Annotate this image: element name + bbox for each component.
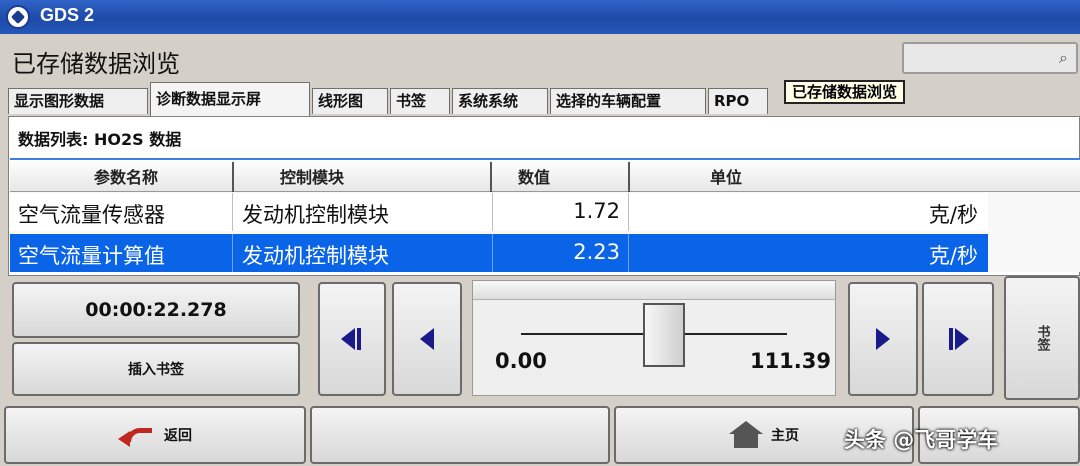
tab-rpo[interactable]: RPO (708, 88, 768, 114)
dropdown-glyph-icon: ⌕ (1059, 48, 1068, 67)
watermark: 头条 @飞哥学车 (844, 428, 999, 452)
bookmark-side-label: 书签 (1034, 325, 1050, 351)
cell-param-name: 空气流量传感器 (18, 203, 165, 227)
tab-bookmarks[interactable]: 书签 (390, 88, 450, 114)
cell-module: 发动机控制模块 (242, 203, 389, 227)
column-divider[interactable] (490, 162, 492, 192)
slider-header (473, 281, 835, 300)
bookmark-side-button[interactable]: 书签 (1004, 276, 1080, 400)
tab-vehicle-config[interactable]: 选择的车辆配置 (550, 88, 706, 114)
title-bar: GDS 2 (0, 0, 1080, 34)
tab-line-graph[interactable]: 线形图 (312, 88, 388, 114)
tooltip: 已存储数据浏览 (784, 80, 906, 104)
table-row[interactable]: 空气流量传感器 发动机控制模块 1.72 克/秒 (10, 193, 988, 231)
header-value[interactable]: 数值 (518, 164, 550, 188)
insert-bookmark-button[interactable]: 插入书签 (12, 342, 300, 396)
table-row-selected[interactable]: 空气流量计算值 发动机控制模块 2.23 克/秒 (10, 234, 988, 272)
tab-graph-data[interactable]: 显示图形数据 (8, 88, 148, 114)
skip-forward-icon (924, 284, 992, 394)
cell-value: 1.72 (573, 199, 620, 223)
cell-unit: 克/秒 (928, 203, 978, 227)
top-right-field[interactable]: ⌕ (902, 42, 1078, 74)
timeline-slider[interactable]: 0.00 111.39 (472, 280, 836, 396)
home-icon (729, 421, 763, 449)
step-forward-button[interactable] (848, 282, 918, 396)
step-back-button[interactable] (392, 282, 462, 396)
step-forward-icon (850, 284, 916, 394)
time-display: 00:00:22.278 (12, 282, 300, 338)
slider-max-label: 111.39 (749, 349, 831, 373)
slider-min-label: 0.00 (495, 349, 547, 373)
cell-param-name: 空气流量计算值 (18, 244, 165, 268)
time-value: 00:00:22.278 (85, 299, 227, 321)
insert-bookmark-label: 插入书签 (128, 362, 184, 378)
tab-system[interactable]: 系统系统 (452, 88, 548, 114)
skip-forward-button[interactable] (922, 282, 994, 396)
empty-button[interactable] (310, 406, 610, 464)
step-back-icon (394, 284, 460, 394)
cell-module: 发动机控制模块 (242, 244, 389, 268)
app-logo-icon (6, 5, 30, 29)
home-label: 主页 (771, 428, 799, 444)
back-label: 返回 (164, 428, 192, 444)
tab-diagnostic-display[interactable]: 诊断数据显示屏 (150, 82, 310, 116)
column-divider[interactable] (628, 162, 630, 192)
cell-value: 2.23 (573, 240, 620, 264)
header-param-name[interactable]: 参数名称 (94, 164, 158, 188)
skip-back-icon (320, 284, 384, 394)
table-header: 参数名称 控制模块 数值 单位 (10, 158, 1080, 192)
data-table: 参数名称 控制模块 数值 单位 空气流量传感器 发动机控制模块 1.72 克/秒… (10, 158, 1080, 272)
app-title: GDS 2 (40, 5, 95, 25)
header-unit[interactable]: 单位 (710, 164, 742, 188)
back-button[interactable]: 返回 (4, 406, 306, 464)
back-arrow-icon (118, 424, 154, 446)
page-title: 已存储数据浏览 (12, 50, 180, 78)
column-divider[interactable] (232, 162, 234, 192)
data-list-label: 数据列表: HO2S 数据 (18, 130, 182, 149)
skip-back-button[interactable] (318, 282, 386, 396)
cell-unit: 克/秒 (928, 244, 978, 268)
slider-thumb[interactable] (643, 303, 685, 367)
header-module[interactable]: 控制模块 (280, 164, 344, 188)
